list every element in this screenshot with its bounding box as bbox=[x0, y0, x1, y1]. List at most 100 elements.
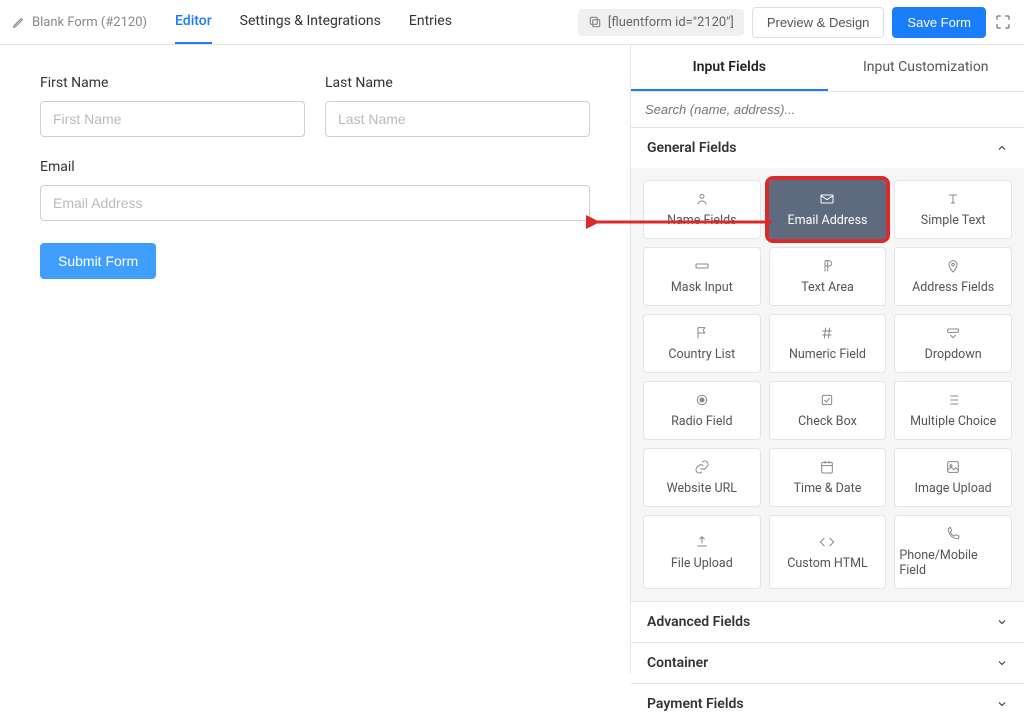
field-time-date[interactable]: Time & Date bbox=[769, 448, 887, 507]
field-label: Text Area bbox=[801, 280, 854, 295]
tab-editor[interactable]: Editor bbox=[175, 0, 212, 44]
form-name[interactable]: Blank Form (#2120) bbox=[12, 15, 147, 30]
field-mask-input[interactable]: Mask Input bbox=[643, 247, 761, 306]
field-dropdown[interactable]: Dropdown bbox=[894, 314, 1012, 373]
field-simple-text[interactable]: Simple Text bbox=[894, 180, 1012, 239]
topbar-left: Blank Form (#2120) Editor Settings & Int… bbox=[12, 0, 452, 44]
user-icon bbox=[694, 191, 710, 207]
preview-button[interactable]: Preview & Design bbox=[752, 7, 885, 38]
main: First Name Last Name Email Submit Form I… bbox=[0, 45, 1024, 674]
section-body-general: Name Fields Email Address Simple Text Ma… bbox=[631, 168, 1024, 601]
calendar-icon bbox=[819, 459, 835, 475]
section-header-advanced[interactable]: Advanced Fields bbox=[631, 602, 1024, 642]
paragraph-icon bbox=[819, 258, 835, 274]
field-label: Simple Text bbox=[921, 213, 986, 228]
chevron-down-icon bbox=[996, 698, 1008, 710]
copy-icon bbox=[588, 15, 602, 29]
firstname-input[interactable] bbox=[40, 101, 305, 137]
tab-input-customization[interactable]: Input Customization bbox=[828, 45, 1024, 91]
tab-settings[interactable]: Settings & Integrations bbox=[240, 0, 381, 44]
checkbox-icon bbox=[819, 392, 835, 408]
field-label: Custom HTML bbox=[787, 556, 867, 571]
section-title-advanced: Advanced Fields bbox=[647, 614, 750, 630]
sidebar-tabs: Input Fields Input Customization bbox=[631, 45, 1024, 92]
lastname-input[interactable] bbox=[325, 101, 590, 137]
field-grid: Name Fields Email Address Simple Text Ma… bbox=[643, 180, 1012, 589]
field-label: Dropdown bbox=[925, 347, 982, 362]
flag-icon bbox=[694, 325, 710, 341]
pencil-icon bbox=[12, 15, 26, 29]
field-label: Website URL bbox=[667, 481, 737, 496]
sidebar: Input Fields Input Customization General… bbox=[630, 45, 1024, 674]
tab-input-fields[interactable]: Input Fields bbox=[631, 45, 828, 91]
field-email-address[interactable]: Email Address bbox=[769, 180, 887, 239]
field-label: Email Address bbox=[788, 213, 868, 228]
field-multiple-choice[interactable]: Multiple Choice bbox=[894, 381, 1012, 440]
shortcode-text: [fluentform id="2120"] bbox=[608, 15, 734, 30]
form-row-name: First Name Last Name bbox=[40, 75, 590, 137]
field-label: Country List bbox=[668, 347, 735, 362]
lastname-label: Last Name bbox=[325, 75, 590, 91]
topbar: Blank Form (#2120) Editor Settings & Int… bbox=[0, 0, 1024, 45]
field-country-list[interactable]: Country List bbox=[643, 314, 761, 373]
pin-icon bbox=[945, 258, 961, 274]
section-title-payment: Payment Fields bbox=[647, 696, 744, 712]
text-icon bbox=[945, 191, 961, 207]
chevron-down-icon bbox=[996, 616, 1008, 628]
section-general: General Fields Name Fields Email Address bbox=[631, 127, 1024, 601]
email-input[interactable] bbox=[40, 185, 590, 221]
field-check-box[interactable]: Check Box bbox=[769, 381, 887, 440]
fullscreen-icon[interactable] bbox=[994, 13, 1012, 31]
field-label: Radio Field bbox=[671, 414, 733, 429]
section-header-container[interactable]: Container bbox=[631, 643, 1024, 683]
form-col-email: Email bbox=[40, 159, 590, 221]
field-address-fields[interactable]: Address Fields bbox=[894, 247, 1012, 306]
field-label: Multiple Choice bbox=[910, 414, 996, 429]
topbar-right: [fluentform id="2120"] Preview & Design … bbox=[578, 7, 1012, 38]
list-icon bbox=[945, 392, 961, 408]
field-custom-html[interactable]: Custom HTML bbox=[769, 515, 887, 589]
field-file-upload[interactable]: File Upload bbox=[643, 515, 761, 589]
form-col-lastname: Last Name bbox=[325, 75, 590, 137]
field-phone-mobile[interactable]: Phone/Mobile Field bbox=[894, 515, 1012, 589]
phone-icon bbox=[945, 526, 961, 542]
form-row-email: Email bbox=[40, 159, 590, 221]
chevron-down-icon bbox=[996, 657, 1008, 669]
section-payment: Payment Fields bbox=[631, 683, 1024, 724]
input-icon bbox=[694, 258, 710, 274]
field-label: Phone/Mobile Field bbox=[899, 548, 1007, 578]
form-name-text: Blank Form (#2120) bbox=[32, 15, 147, 30]
shortcode-chip[interactable]: [fluentform id="2120"] bbox=[578, 9, 744, 36]
field-label: Image Upload bbox=[915, 481, 992, 496]
field-numeric-field[interactable]: Numeric Field bbox=[769, 314, 887, 373]
hash-icon bbox=[819, 325, 835, 341]
field-website-url[interactable]: Website URL bbox=[643, 448, 761, 507]
section-header-payment[interactable]: Payment Fields bbox=[631, 684, 1024, 724]
field-label: Time & Date bbox=[794, 481, 862, 496]
field-label: Address Fields bbox=[912, 280, 994, 295]
chevron-up-icon bbox=[996, 142, 1008, 154]
code-icon bbox=[819, 534, 835, 550]
sidebar-search-input[interactable] bbox=[631, 92, 1024, 127]
field-label: File Upload bbox=[671, 556, 733, 571]
submit-button[interactable]: Submit Form bbox=[40, 243, 156, 279]
firstname-label: First Name bbox=[40, 75, 305, 91]
radio-icon bbox=[694, 392, 710, 408]
section-title-general: General Fields bbox=[647, 140, 736, 156]
tab-entries[interactable]: Entries bbox=[409, 0, 452, 44]
email-label: Email bbox=[40, 159, 590, 175]
field-radio-field[interactable]: Radio Field bbox=[643, 381, 761, 440]
field-label: Name Fields bbox=[667, 213, 737, 228]
dropdown-icon bbox=[945, 325, 961, 341]
image-icon bbox=[945, 459, 961, 475]
field-label: Numeric Field bbox=[789, 347, 866, 362]
field-image-upload[interactable]: Image Upload bbox=[894, 448, 1012, 507]
field-name-fields[interactable]: Name Fields bbox=[643, 180, 761, 239]
field-text-area[interactable]: Text Area bbox=[769, 247, 887, 306]
envelope-icon bbox=[819, 191, 835, 207]
field-label: Mask Input bbox=[671, 280, 733, 295]
save-button[interactable]: Save Form bbox=[892, 7, 986, 38]
form-col-firstname: First Name bbox=[40, 75, 305, 137]
section-advanced: Advanced Fields bbox=[631, 601, 1024, 642]
section-header-general[interactable]: General Fields bbox=[631, 128, 1024, 168]
